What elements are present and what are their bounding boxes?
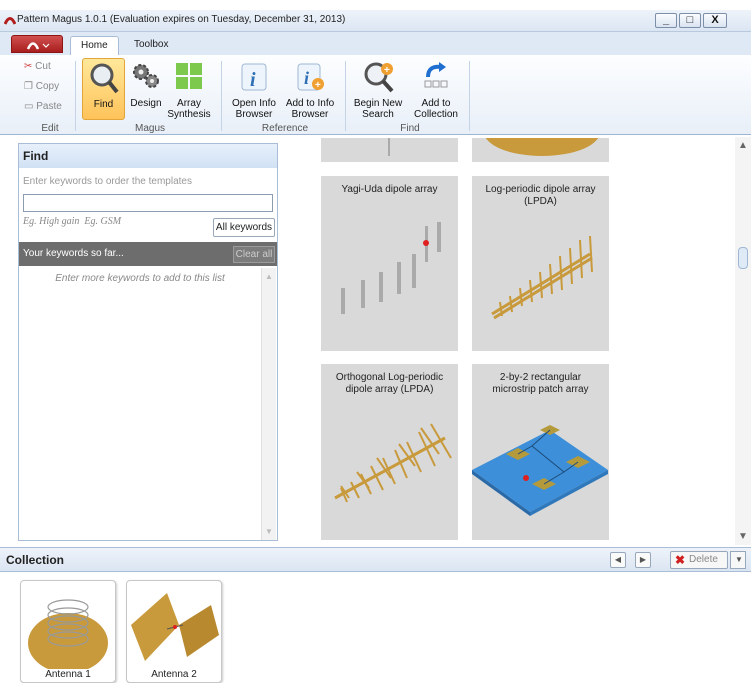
template-card-partial[interactable]	[321, 138, 458, 162]
application-menu-button[interactable]	[11, 35, 63, 53]
scroll-up-icon: ▲	[265, 272, 273, 281]
gears-icon	[133, 64, 159, 88]
scissors-icon: ✂	[24, 61, 33, 72]
keyword-input[interactable]	[23, 194, 273, 212]
array-grid-icon	[176, 63, 202, 89]
ribbon-separator	[75, 61, 76, 131]
scroll-down-icon: ▼	[265, 527, 273, 536]
antenna-thumbnail	[131, 593, 219, 661]
array-synthesis-button[interactable]: Array Synthesis	[166, 58, 212, 120]
group-label-reference: Reference	[261, 123, 309, 134]
keyword-hint: Enter keywords to order the templates	[23, 176, 192, 187]
info-icon: i	[241, 63, 267, 91]
antenna-thumbnail	[485, 138, 599, 156]
delete-dropdown-button[interactable]: ▼	[730, 551, 746, 569]
chevron-left-icon: ◀	[614, 555, 622, 564]
collection-item-label: Antenna 2	[151, 669, 197, 680]
minimize-button[interactable]: _	[655, 13, 677, 28]
delete-x-icon: ✖	[675, 553, 686, 567]
svg-text:+: +	[315, 80, 321, 91]
keywords-scrollbar[interactable]: ▲ ▼	[261, 268, 276, 540]
template-title: Log-periodic dipole array (LPDA)	[485, 184, 596, 207]
tab-toolbox[interactable]: Toolbox	[124, 36, 178, 55]
group-label-magus: Magus	[134, 123, 165, 134]
antenna-thumbnail	[388, 138, 390, 156]
antenna-thumbnail	[28, 599, 108, 669]
keywords-empty-hint: Enter more keywords to add to this list	[55, 273, 225, 284]
maximize-button[interactable]: □	[679, 13, 701, 28]
lpda-thumbnail	[491, 235, 593, 320]
find-button[interactable]: Find	[82, 58, 125, 120]
gallery-scrollbar[interactable]: ▲ ▼	[735, 137, 751, 545]
collection-item-antenna-1[interactable]: Antenna 1	[20, 580, 116, 683]
add-to-info-browser-button[interactable]: i + Add to Info Browser	[282, 58, 338, 120]
template-title: Orthogonal Log-periodic dipole array (LP…	[335, 372, 444, 395]
window-title: Pattern Magus 1.0.1 (Evaluation expires …	[17, 14, 346, 25]
design-button[interactable]: Design	[128, 58, 164, 120]
collection-item-antenna-2[interactable]: Antenna 2	[126, 580, 222, 683]
keyword-examples: Eg. High gain Eg. GSM	[23, 216, 122, 227]
ribbon-separator	[221, 61, 222, 131]
app-logo-icon	[4, 17, 16, 25]
app-menu-icon	[26, 42, 50, 50]
copy-button[interactable]: ❐ Copy	[24, 81, 59, 92]
clear-all-button[interactable]: Clear all	[233, 246, 275, 263]
ribbon-separator	[469, 61, 470, 131]
search-add-icon: +	[364, 62, 394, 93]
svg-text:i: i	[250, 69, 256, 91]
open-info-browser-button[interactable]: i Open Info Browser	[228, 58, 280, 120]
template-card-yagi-uda[interactable]: Yagi-Uda dipole array	[321, 176, 458, 351]
template-card-patch-array[interactable]: 2-by-2 rectangular microstrip patch arra…	[472, 364, 609, 540]
collection-header: Collection ◀ ▶ ✖ Delete ▼	[0, 547, 751, 572]
template-card-lpda[interactable]: Log-periodic dipole array (LPDA)	[472, 176, 609, 351]
collection-prev-button[interactable]: ◀	[610, 552, 626, 568]
template-title: 2-by-2 rectangular microstrip patch arra…	[492, 372, 589, 395]
scroll-up-icon: ▲	[738, 140, 748, 151]
begin-new-search-button[interactable]: + Begin New Search	[352, 58, 404, 120]
add-to-collection-button[interactable]: Add to Collection	[408, 58, 464, 120]
group-label-edit: Edit	[41, 123, 59, 134]
close-button[interactable]: X	[703, 13, 727, 28]
all-keywords-button[interactable]: All keywords	[213, 218, 275, 237]
tab-home[interactable]: Home	[70, 36, 119, 55]
scroll-thumb[interactable]	[738, 247, 748, 269]
chevron-right-icon: ▶	[639, 555, 647, 564]
template-title: Yagi-Uda dipole array	[341, 184, 438, 195]
group-label-find: Find	[400, 123, 420, 134]
svg-text:+: +	[384, 65, 390, 76]
title-bar: Pattern Magus 1.0.1 (Evaluation expires …	[0, 10, 751, 32]
svg-text:i: i	[304, 68, 309, 88]
collection-title: Collection	[6, 553, 65, 567]
paste-icon: ▭	[24, 101, 34, 112]
collection-item-label: Antenna 1	[45, 669, 91, 680]
paste-button[interactable]: ▭ Paste	[24, 101, 62, 112]
ribbon-separator	[345, 61, 346, 131]
yagi-uda-thumbnail	[341, 222, 441, 314]
orthogonal-lpda-thumbnail	[334, 423, 452, 503]
ribbon: ✂ Cut ❐ Copy ▭ Paste Edit Find Design Ar…	[0, 55, 751, 135]
template-card-partial[interactable]	[472, 138, 609, 162]
collection-next-button[interactable]: ▶	[635, 552, 651, 568]
copy-icon: ❐	[24, 81, 33, 92]
patch-array-thumbnail	[472, 425, 608, 516]
find-panel-title: Find	[19, 144, 277, 168]
find-panel: Find Enter keywords to order the templat…	[18, 143, 278, 541]
scroll-down-icon: ▼	[738, 531, 748, 542]
magnifier-icon	[90, 63, 119, 94]
cut-button[interactable]: ✂ Cut	[24, 61, 51, 72]
chevron-down-icon: ▼	[735, 555, 743, 564]
ribbon-tab-row: Home Toolbox	[0, 32, 751, 55]
template-card-orthogonal-lpda[interactable]: Orthogonal Log-periodic dipole array (LP…	[321, 364, 458, 540]
delete-button[interactable]: ✖ Delete	[670, 551, 728, 569]
add-collection-icon	[424, 62, 448, 88]
info-add-icon: i +	[297, 63, 324, 91]
